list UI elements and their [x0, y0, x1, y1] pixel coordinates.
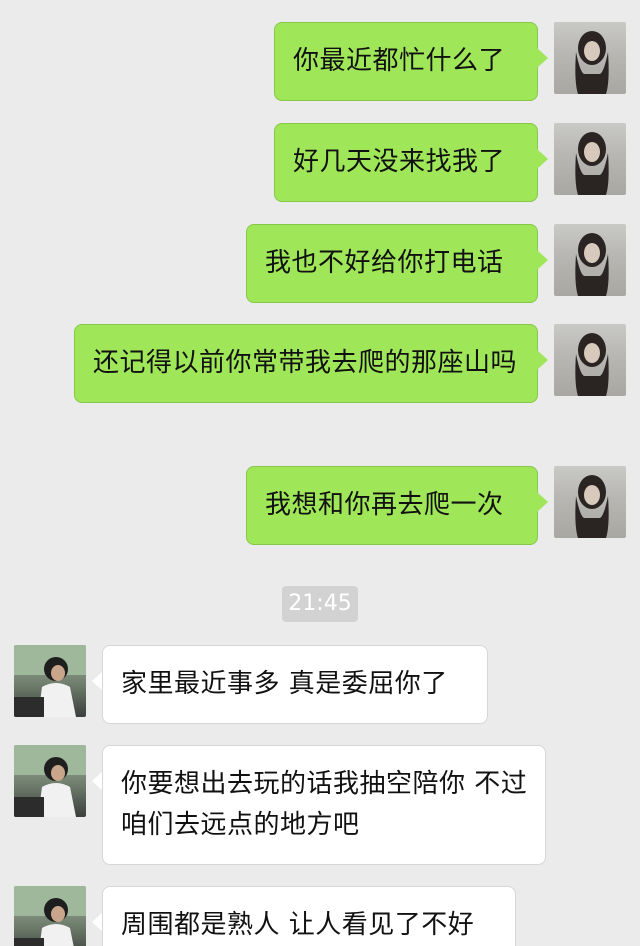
- bubble-tail: [537, 250, 548, 270]
- his-avatar-icon[interactable]: [14, 745, 86, 817]
- bubble-tail: [537, 149, 548, 169]
- sent-message-bubble[interactable]: 你最近都忙什么了: [274, 22, 538, 101]
- received-message-bubble[interactable]: 你要想出去玩的话我抽空陪你 不过咱们去远点的地方吧: [102, 745, 546, 865]
- his-avatar-icon[interactable]: [14, 645, 86, 717]
- message-text: 我也不好给你打电话: [265, 248, 504, 278]
- message-text: 你最近都忙什么了: [293, 46, 506, 76]
- bubble-tail: [537, 48, 548, 68]
- chat-window: 你最近都忙什么了 好几天没来找我了 我也不好给你打电话 还记得以前你常带我去爬的…: [0, 0, 640, 946]
- her-avatar-icon[interactable]: [554, 123, 626, 195]
- her-avatar-icon[interactable]: [554, 466, 626, 538]
- sent-message-bubble[interactable]: 我想和你再去爬一次: [246, 466, 538, 545]
- sent-message-bubble[interactable]: 好几天没来找我了: [274, 123, 538, 202]
- sent-message-bubble[interactable]: 我也不好给你打电话: [246, 224, 538, 303]
- bubble-tail: [537, 350, 548, 370]
- his-avatar-icon[interactable]: [14, 886, 86, 946]
- message-text: 你要想出去玩的话我抽空陪你 不过咱们去远点的地方吧: [121, 769, 528, 840]
- her-avatar-icon[interactable]: [554, 224, 626, 296]
- message-text: 周围都是熟人 让人看见了不好: [121, 910, 475, 940]
- message-text: 我想和你再去爬一次: [265, 490, 504, 520]
- message-text: 好几天没来找我了: [293, 147, 506, 177]
- sent-message-bubble[interactable]: 还记得以前你常带我去爬的那座山吗: [74, 324, 538, 403]
- her-avatar-icon[interactable]: [554, 324, 626, 396]
- message-text: 家里最近事多 真是委屈你了: [121, 669, 448, 699]
- bubble-tail: [537, 492, 548, 512]
- message-text: 还记得以前你常带我去爬的那座山吗: [93, 348, 518, 378]
- her-avatar-icon[interactable]: [554, 22, 626, 94]
- received-message-bubble[interactable]: 家里最近事多 真是委屈你了: [102, 645, 488, 724]
- timestamp: 21:45: [282, 586, 358, 622]
- received-message-bubble[interactable]: 周围都是熟人 让人看见了不好: [102, 886, 516, 946]
